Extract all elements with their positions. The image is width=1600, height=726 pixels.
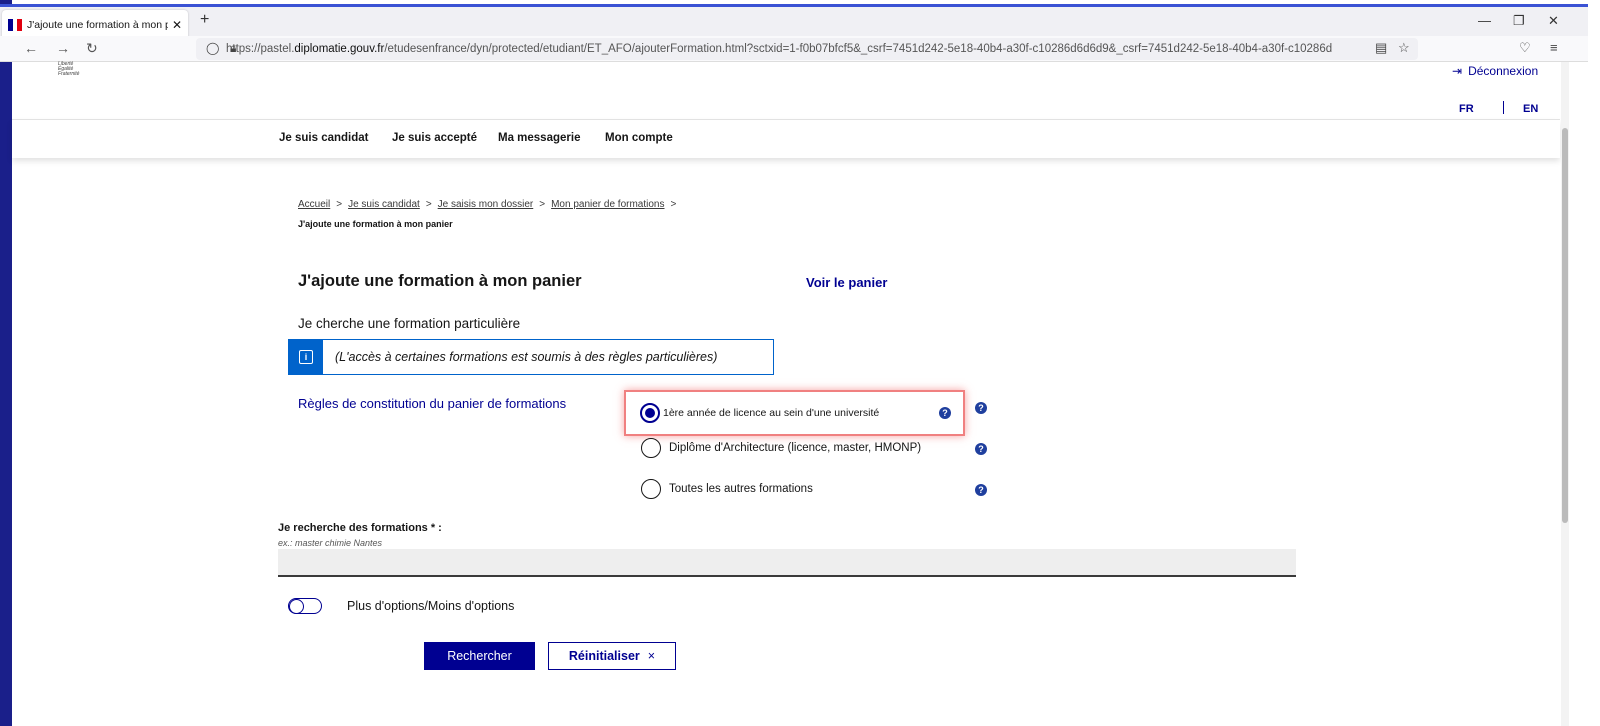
new-tab-button[interactable]: + <box>200 11 209 29</box>
breadcrumb-current: J'ajoute une formation à mon panier <box>298 219 453 229</box>
rechercher-button[interactable]: Rechercher <box>424 642 535 670</box>
breadcrumb: Accueil > Je suis candidat > Je saisis mon d… <box>298 199 682 210</box>
reinitialiser-button[interactable]: Réinitialiser × <box>548 642 676 670</box>
restore-icon[interactable]: ❐ <box>1513 13 1525 29</box>
voir-panier-link[interactable]: Voir le panier <box>806 275 887 290</box>
info-text: (L'accès à certaines formations est soum… <box>335 350 718 364</box>
radio-button[interactable] <box>640 403 660 423</box>
tab-title: J'ajoute une formation à mon p <box>27 19 168 31</box>
logout-icon: ⇥ <box>1452 64 1463 78</box>
lang-separator <box>1503 101 1504 114</box>
tab-strip: J'ajoute une formation à mon p ✕ + — ❐ ✕ <box>0 4 1588 40</box>
breadcrumb-separator: > <box>670 199 677 210</box>
url-domain: diplomatie.gouv.fr <box>294 43 385 55</box>
breadcrumb-dossier[interactable]: Je saisis mon dossier <box>438 199 534 210</box>
browser-window <box>0 0 1600 726</box>
close-icon: × <box>647 649 656 663</box>
back-icon[interactable]: ← <box>24 40 38 56</box>
favicon-flag-icon <box>8 19 23 31</box>
help-icon[interactable]: ? <box>975 484 987 496</box>
section-subtitle: Je cherche une formation particulière <box>298 316 521 331</box>
option-label: Toutes les autres formations <box>669 483 813 495</box>
option-label: Diplôme d'Architecture (licence, master,… <box>669 442 922 454</box>
page-title: J'ajoute une formation à mon panier <box>298 272 582 290</box>
info-notice: i (L'accès à certaines formations est so… <box>288 339 774 375</box>
shield-icon[interactable]: ◯ <box>206 41 219 55</box>
help-icon[interactable]: ? <box>939 407 951 419</box>
breadcrumb-separator: > <box>336 199 343 210</box>
deconnexion-label: Déconnexion <box>1468 64 1539 78</box>
breadcrumb-accueil[interactable]: Accueil <box>298 199 330 210</box>
lang-en-link[interactable]: EN <box>1523 103 1538 115</box>
nav-item-messagerie[interactable]: Ma messagerie <box>498 132 580 144</box>
reload-icon[interactable]: ↻ <box>86 40 98 57</box>
lock-icon[interactable]: 🔒︎ <box>230 41 236 56</box>
option-architecture-radio[interactable]: Diplôme d'Architecture (licence, master,… <box>641 438 921 458</box>
radio-button[interactable] <box>641 438 661 458</box>
menu-icon[interactable]: ≡ <box>1550 40 1558 55</box>
help-icon[interactable]: ? <box>975 402 987 414</box>
pocket-icon[interactable]: ♡ <box>1519 40 1531 56</box>
info-icon: i <box>299 350 313 364</box>
forward-icon[interactable]: → <box>56 40 70 56</box>
search-hint: ex.: master chimie Nantes <box>278 538 383 548</box>
options-toggle[interactable] <box>288 598 322 614</box>
minimize-icon[interactable]: — <box>1478 13 1491 28</box>
nav-item-accepte[interactable]: Je suis accepté <box>392 132 477 144</box>
logo-line: Fraternité <box>58 71 80 77</box>
formation-search-input[interactable] <box>278 549 1296 577</box>
help-icon[interactable]: ? <box>975 443 987 455</box>
info-icon-column: i <box>289 340 323 374</box>
breadcrumb-candidat[interactable]: Je suis candidat <box>348 199 420 210</box>
bookmark-star-icon[interactable]: ☆ <box>1398 40 1410 56</box>
option-label: 1ère année de licence au sein d'une univ… <box>663 407 880 419</box>
breadcrumb-panier[interactable]: Mon panier de formations <box>551 199 664 210</box>
url-bar[interactable]: https://pastel. diplomatie.gouv.fr/etudes… <box>196 38 1418 60</box>
search-label: Je recherche des formations * : <box>278 522 442 534</box>
browser-toolbar: ← → ↻ https://pastel. diplomatie.gouv.fr /… <box>0 36 1588 62</box>
close-tab-icon[interactable]: ✕ <box>172 18 182 32</box>
close-window-icon[interactable]: ✕ <box>1548 13 1559 29</box>
toggle-label: Plus d'options/Moins d'options <box>347 599 515 613</box>
deconnexion-link[interactable]: ⇥ Déconnexion <box>1452 64 1538 78</box>
breadcrumb-separator: > <box>425 199 432 210</box>
breadcrumb-separator: > <box>539 199 546 210</box>
regles-panier-link[interactable]: Règles de constitution du panier de form… <box>298 396 566 411</box>
reader-view-icon[interactable]: ▤ <box>1375 40 1387 56</box>
nav-item-candidat[interactable]: Je suis candidat <box>279 132 368 144</box>
main-nav: Je suis candidat Je suis accepté Ma mess… <box>12 120 1560 158</box>
lang-fr-link[interactable]: FR <box>1459 103 1474 115</box>
nav-item-compte[interactable]: Mon compte <box>605 132 673 144</box>
url-path: /etudesenfrance/dyn/protected/etudiant/E… <box>384 43 1333 55</box>
radio-button[interactable] <box>641 479 661 499</box>
option-licence-radio[interactable]: 1ère année de licence au sein d'une univ… <box>640 403 879 423</box>
reset-label: Réinitialiser <box>568 649 640 663</box>
logo-motto: Liberté Égalité Fraternité <box>58 62 79 77</box>
scrollbar-thumb[interactable] <box>1562 128 1568 523</box>
option-autres-radio[interactable]: Toutes les autres formations <box>641 479 813 499</box>
